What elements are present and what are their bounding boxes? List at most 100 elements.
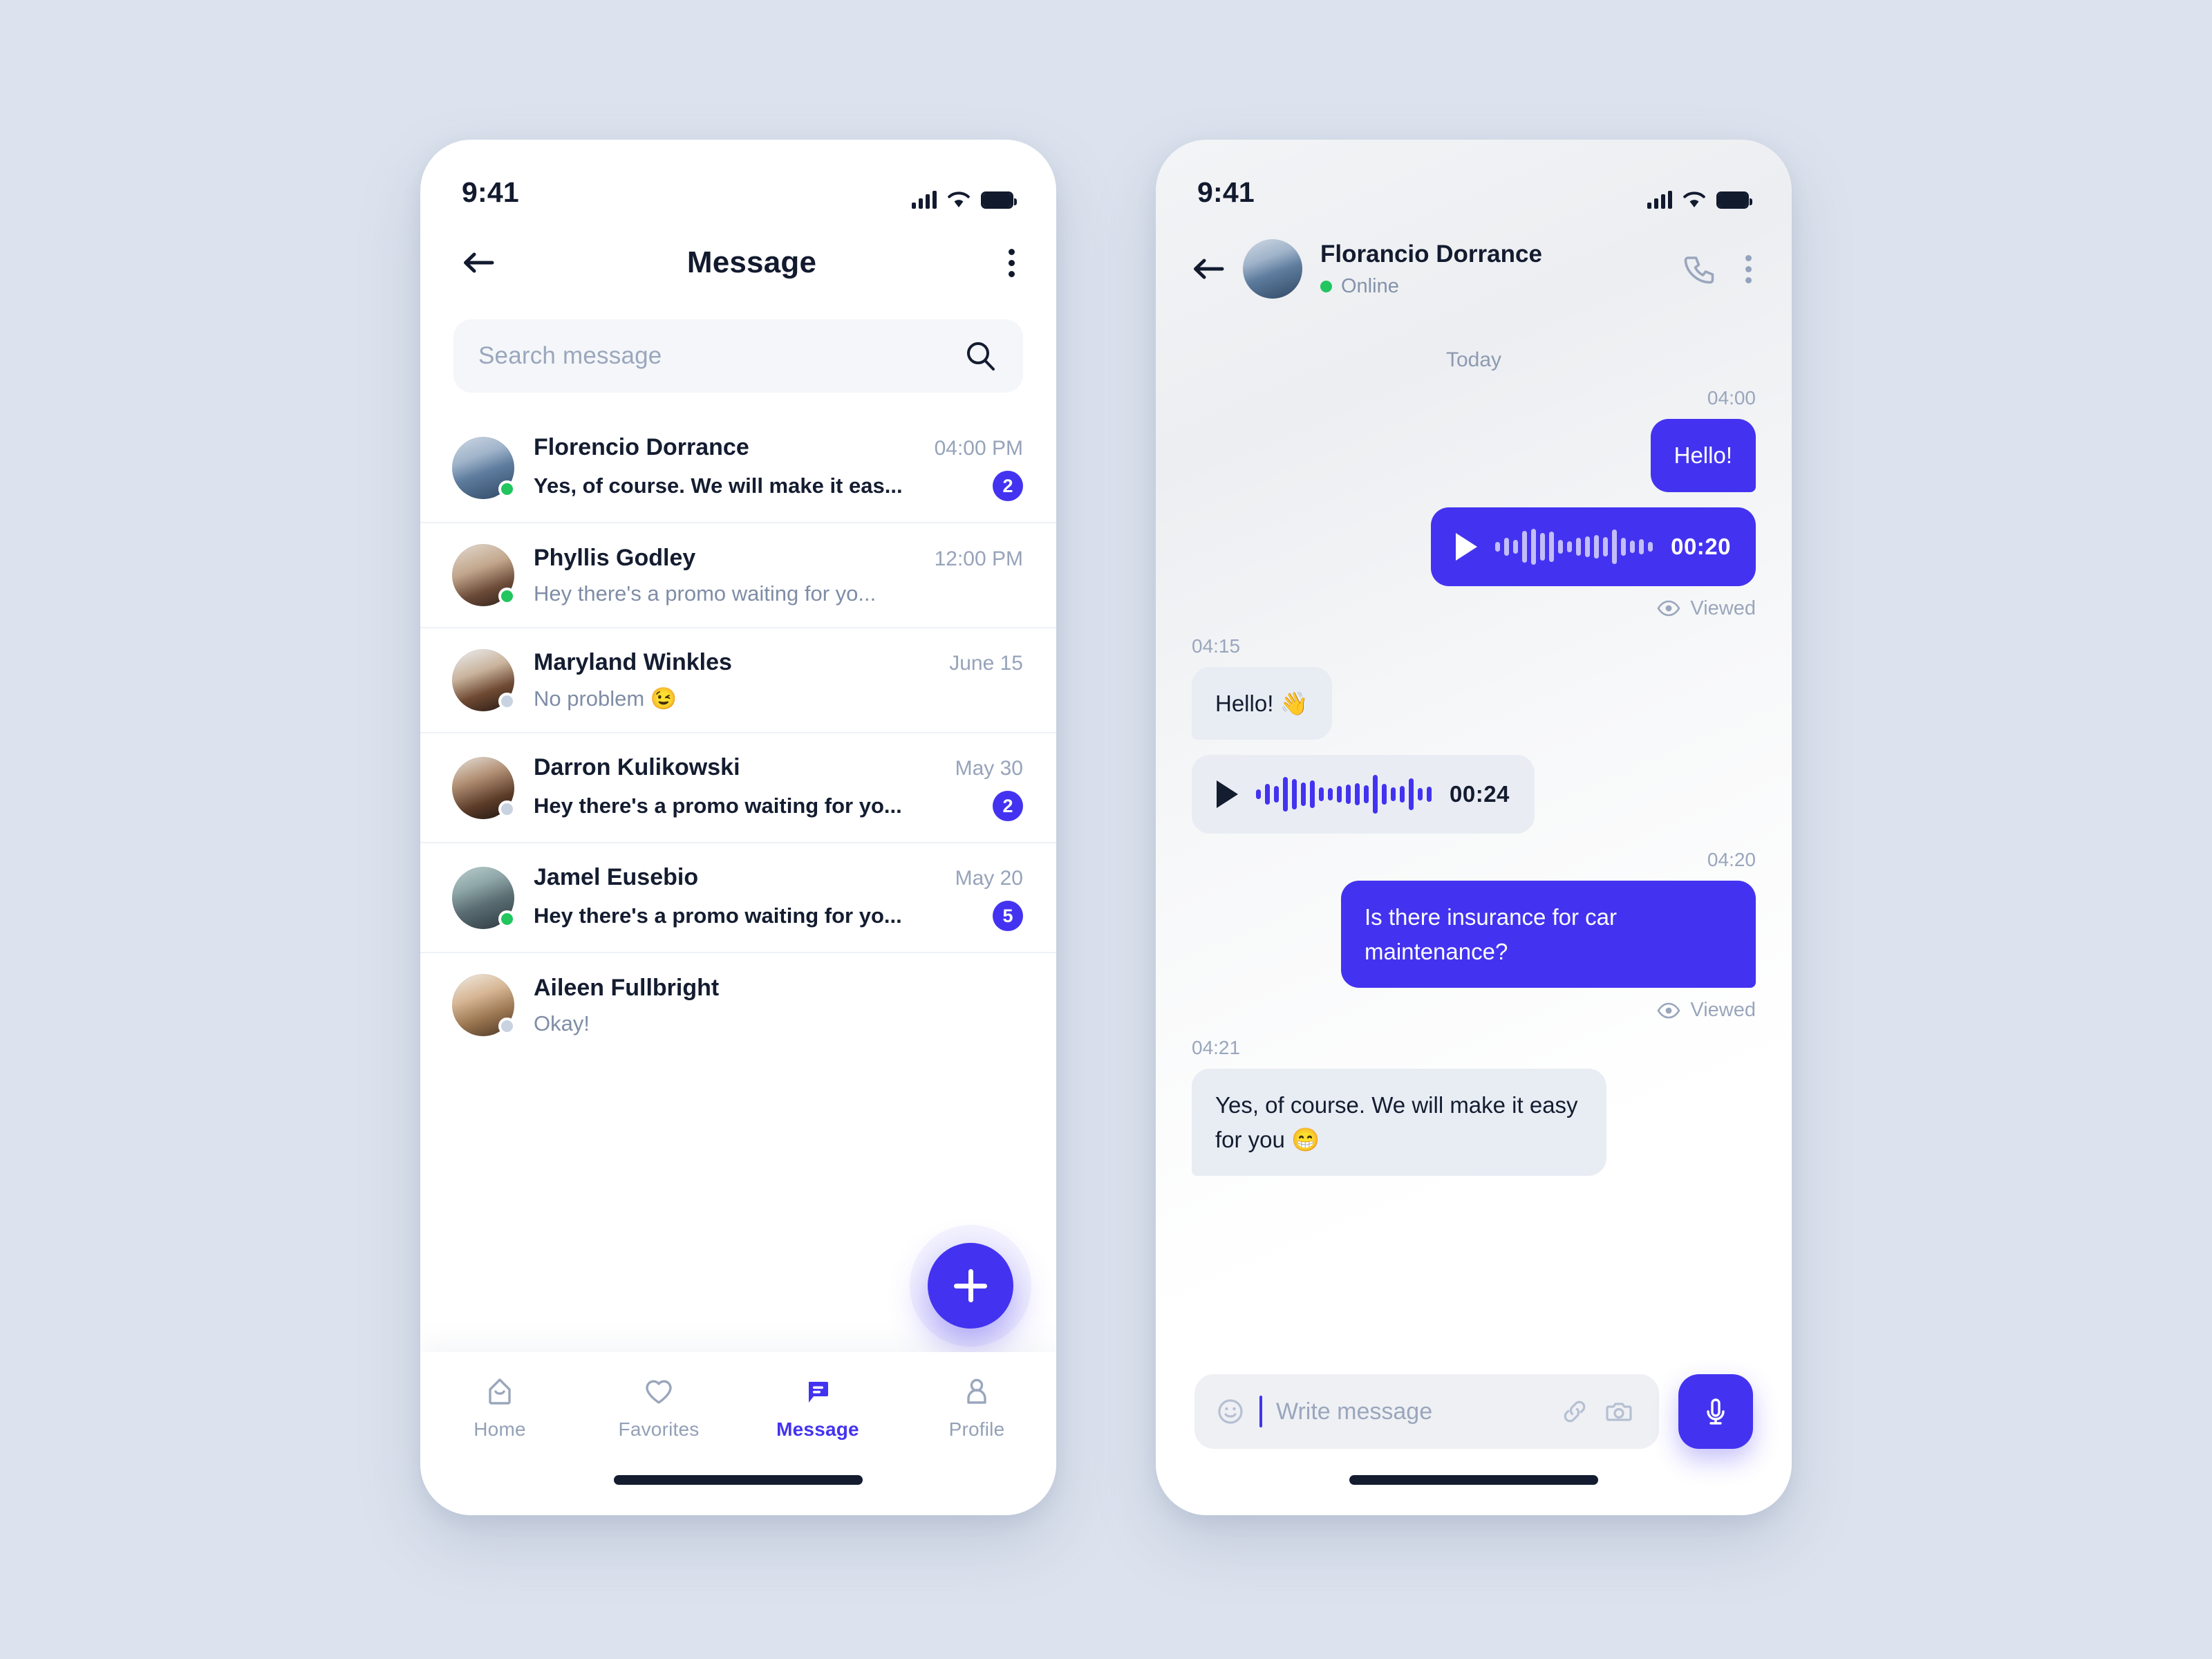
conversation-time: June 15	[949, 652, 1023, 675]
status-icons-chat	[1647, 191, 1752, 209]
message-timestamp: 04:20	[1707, 849, 1756, 870]
read-receipt-label: Viewed	[1690, 597, 1756, 619]
avatar-wrapper	[452, 866, 516, 929]
chat-presence-label: Online	[1341, 274, 1399, 297]
phone-message-list: 9:41 Message Search message Florencio Do…	[420, 140, 1056, 1515]
search-input[interactable]: Search message	[453, 319, 1023, 393]
status-time: 9:41	[462, 176, 519, 208]
search-placeholder: Search message	[478, 342, 662, 369]
conversation-time: 04:00 PM	[934, 437, 1023, 460]
unread-badge: 5	[993, 901, 1023, 931]
avatar-wrapper	[452, 974, 516, 1036]
message-icon	[802, 1376, 834, 1407]
conversation-content: Jamel Eusebio May 20 Hey there's a promo w…	[534, 864, 1023, 931]
conversation-row[interactable]: Florencio Dorrance 04:00 PM Yes, of course…	[420, 413, 1056, 523]
message-bubble[interactable]: Yes, of course. We will make it easy for…	[1192, 1069, 1606, 1176]
conversation-row[interactable]: Darron Kulikowski May 30 Hey there's a pro…	[420, 733, 1056, 843]
message-input[interactable]: Write message	[1194, 1374, 1659, 1449]
nav-label-home: Home	[474, 1418, 526, 1440]
conversation-preview-row: Okay!	[534, 1011, 1023, 1036]
home-indicator	[614, 1475, 863, 1485]
bottom-navigation: Home Favorites Message Profile	[420, 1352, 1056, 1515]
voice-message-bubble[interactable]: 00:24	[1192, 755, 1535, 834]
message-bubble[interactable]: Is there insurance for car maintenance?	[1341, 881, 1756, 988]
message-out: 04:00 Hello!	[1192, 387, 1756, 492]
conversation-preview: Hey there's a promo waiting for yo...	[534, 794, 902, 818]
status-bar-chat: 9:41	[1156, 140, 1792, 221]
nav-item-favorites[interactable]: Favorites	[579, 1376, 738, 1441]
message-timestamp: 04:21	[1192, 1037, 1241, 1058]
conversation-preview: Hey there's a promo waiting for yo...	[534, 903, 902, 928]
conversation-header-row: Florencio Dorrance 04:00 PM	[534, 434, 1023, 461]
camera-icon[interactable]	[1604, 1396, 1634, 1427]
play-icon[interactable]	[1456, 532, 1478, 561]
voice-record-button[interactable]	[1678, 1374, 1753, 1449]
message-input-placeholder: Write message	[1276, 1398, 1433, 1425]
nav-item-home[interactable]: Home	[420, 1376, 579, 1441]
conversation-preview-row: Hey there's a promo waiting for yo... 2	[534, 791, 1023, 821]
chat-header-actions	[1682, 252, 1752, 286]
conversation-name: Maryland Winkles	[534, 649, 732, 675]
conversation-content: Florencio Dorrance 04:00 PM Yes, of course…	[534, 434, 1023, 501]
conversation-preview-row: Yes, of course. We will make it eas... 2	[534, 471, 1023, 501]
conversation-preview-row: Hey there's a promo waiting for yo... 5	[534, 901, 1023, 931]
message-timestamp: 04:15	[1192, 635, 1241, 657]
battery-full-icon	[981, 191, 1017, 209]
conversation-header-row: Darron Kulikowski May 30	[534, 754, 1023, 781]
nav-item-message[interactable]: Message	[738, 1376, 897, 1441]
conversation-name: Phyllis Godley	[534, 544, 696, 571]
conversation-time: 12:00 PM	[934, 547, 1023, 570]
message-in: 00:24	[1192, 755, 1756, 834]
presence-online-icon	[498, 588, 516, 605]
eye-icon	[1657, 1002, 1680, 1019]
search-icon[interactable]	[964, 339, 997, 373]
conversation-name: Florencio Dorrance	[534, 434, 749, 460]
cellular-signal-icon	[912, 191, 937, 209]
chat-contact-info: Florancio Dorrance Online	[1320, 241, 1664, 298]
status-icons	[912, 191, 1017, 209]
read-receipt: Viewed	[1192, 999, 1756, 1022]
message-bubble[interactable]: Hello!	[1650, 419, 1756, 492]
chat-presence: Online	[1320, 275, 1664, 298]
conversation-row[interactable]: Maryland Winkles June 15 No problem 😉	[420, 628, 1056, 733]
voice-duration: 00:24	[1450, 781, 1510, 807]
message-bubble[interactable]: Hello! 👋	[1192, 666, 1332, 740]
kebab-menu-icon[interactable]	[1745, 254, 1752, 283]
audio-waveform	[1495, 525, 1653, 568]
conversation-content: Aileen Fullbright Okay!	[534, 975, 1023, 1036]
nav-item-profile[interactable]: Profile	[897, 1376, 1056, 1441]
message-in: 04:21 Yes, of course. We will make it eas…	[1192, 1037, 1756, 1176]
smiley-icon[interactable]	[1215, 1396, 1246, 1427]
chat-back-button[interactable]	[1192, 257, 1225, 281]
day-separator: Today	[1445, 348, 1502, 371]
eye-icon	[1657, 600, 1680, 617]
new-message-fab[interactable]	[928, 1243, 1013, 1329]
phone-icon[interactable]	[1682, 252, 1716, 286]
voice-message-bubble[interactable]: 00:20	[1431, 507, 1756, 586]
back-button[interactable]	[462, 251, 495, 274]
voice-duration: 00:20	[1671, 533, 1731, 559]
message-timestamp: 04:00	[1707, 387, 1756, 409]
conversation-row[interactable]: Jamel Eusebio May 20 Hey there's a promo w…	[420, 843, 1056, 953]
kebab-menu-icon[interactable]	[1008, 248, 1015, 277]
home-icon	[484, 1376, 516, 1407]
avatar-wrapper	[452, 544, 516, 606]
conversation-row[interactable]: Phyllis Godley 12:00 PM Hey there's a prom…	[420, 523, 1056, 628]
online-dot-icon	[1320, 280, 1332, 292]
conversation-preview: Hey there's a promo waiting for yo...	[534, 581, 877, 606]
avatar-contact[interactable]	[1243, 239, 1302, 299]
microphone-icon	[1698, 1394, 1734, 1430]
search-section: Search message	[420, 304, 1056, 393]
message-composer: Write message	[1156, 1352, 1792, 1515]
link-icon[interactable]	[1559, 1396, 1590, 1427]
page-title: Message	[686, 245, 817, 279]
plus-icon	[954, 1269, 987, 1302]
phone-chat-detail: 9:41 Florancio Dorrance Online Today 04:…	[1156, 140, 1792, 1515]
text-caret	[1259, 1396, 1262, 1427]
conversation-row[interactable]: Aileen Fullbright Okay!	[420, 953, 1056, 1057]
play-icon[interactable]	[1217, 780, 1238, 808]
wifi-icon	[947, 191, 971, 209]
conversation-time: May 30	[955, 757, 1023, 780]
status-bar: 9:41	[420, 140, 1056, 221]
nav-label-message: Message	[776, 1418, 859, 1440]
